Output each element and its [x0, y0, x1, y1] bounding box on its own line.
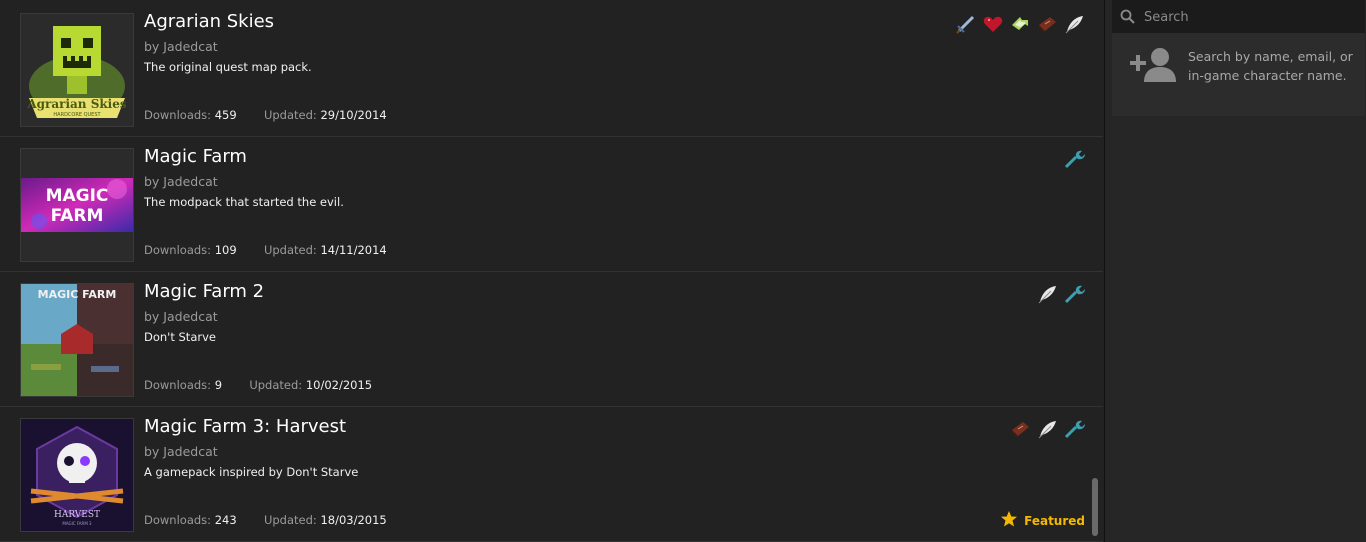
downloads-count: 109 [214, 243, 237, 257]
friends-panel: Search by name, email, or in-game charac… [1106, 0, 1366, 542]
downloads-count: 459 [214, 108, 237, 122]
feather-icon[interactable] [1036, 418, 1058, 440]
modpack-tags [1063, 148, 1085, 170]
add-friend-icon [1130, 48, 1176, 82]
recycle-icon[interactable] [1009, 13, 1031, 35]
thumb-title: MAGIC FARM [38, 288, 117, 301]
thumb-title: Agrarian Skies [26, 97, 127, 111]
modpack-author: by Jadedcat [144, 39, 218, 54]
modpack-name[interactable]: Magic Farm 2 [144, 281, 264, 302]
modpack-description: The original quest map pack. [144, 60, 312, 74]
modpack-author: by Jadedcat [144, 444, 218, 459]
updated-date: 18/03/2015 [320, 513, 387, 527]
downloads-label: Downloads: [144, 108, 212, 122]
modpack-stats: Downloads: 459 Updated: 29/10/2014 [144, 108, 387, 122]
modpack-stats: Downloads: 9 Updated: 10/02/2015 [144, 378, 372, 392]
search-icon [1120, 9, 1135, 24]
modpack-item[interactable]: Agrarian Skies HARDCORE QUEST Agrarian S… [0, 2, 1103, 137]
updated-label: Updated: [263, 108, 317, 122]
feather-icon[interactable] [1063, 13, 1085, 35]
modpack-stats: Downloads: 109 Updated: 14/11/2014 [144, 243, 387, 257]
modpack-description: The modpack that started the evil. [144, 195, 344, 209]
modpack-author: by Jadedcat [144, 309, 218, 324]
modpack-list: Agrarian Skies HARDCORE QUEST Agrarian S… [0, 0, 1105, 542]
modpack-stats: Downloads: 243 Updated: 18/03/2015 [144, 513, 387, 527]
thumb-subtitle: MAGIC FARM 3 [62, 521, 92, 526]
search-box[interactable] [1112, 0, 1365, 33]
updated-date: 29/10/2014 [320, 108, 387, 122]
modpack-tags [1036, 283, 1085, 305]
app-window: Agrarian Skies HARDCORE QUEST Agrarian S… [0, 0, 1366, 542]
updated-date: 14/11/2014 [320, 243, 387, 257]
friend-search-hint: Search by name, email, or in-game charac… [1188, 49, 1353, 83]
book-icon[interactable] [1036, 13, 1058, 35]
modpack-description: A gamepack inspired by Don't Starve [144, 465, 359, 479]
sword-icon[interactable] [955, 13, 977, 35]
heart-icon[interactable] [982, 13, 1004, 35]
updated-label: Updated: [263, 513, 317, 527]
modpack-thumbnail: HARVEST MAGIC FARM 3 [20, 418, 134, 532]
featured-label: Featured [1024, 513, 1085, 528]
modpack-name[interactable]: Magic Farm 3: Harvest [144, 416, 346, 437]
featured-badge: Featured [1000, 510, 1085, 531]
downloads-label: Downloads: [144, 243, 212, 257]
downloads-count: 243 [214, 513, 237, 527]
book-icon[interactable] [1009, 418, 1031, 440]
star-icon [1000, 510, 1018, 531]
thumb-title-1: MAGIC [46, 186, 109, 206]
wrench-icon[interactable] [1063, 283, 1085, 305]
add-friend-hint: Search by name, email, or in-game charac… [1112, 33, 1365, 116]
thumb-title: HARVEST [54, 510, 100, 520]
modpack-thumbnail: MAGIC FARM [20, 283, 134, 397]
wrench-icon[interactable] [1063, 148, 1085, 170]
modpack-name[interactable]: Magic Farm [144, 146, 247, 167]
updated-label: Updated: [263, 243, 317, 257]
updated-date: 10/02/2015 [305, 378, 373, 392]
modpack-description: Don't Starve [144, 330, 216, 344]
modpack-item[interactable]: MAGIC FARM Magic Farm by Jadedcat The mo… [0, 137, 1103, 272]
modpack-tags [1009, 418, 1085, 440]
modpack-item[interactable]: MAGIC FARM Magic Farm 2 by Jadedcat Don'… [0, 272, 1103, 407]
modpack-thumbnail: MAGIC FARM [20, 148, 134, 262]
downloads-label: Downloads: [144, 513, 212, 527]
downloads-label: Downloads: [144, 378, 212, 392]
modpack-name[interactable]: Agrarian Skies [144, 11, 274, 32]
search-input[interactable] [1142, 5, 1361, 29]
updated-label: Updated: [249, 378, 303, 392]
modpack-thumbnail: Agrarian Skies HARDCORE QUEST [20, 13, 134, 127]
modpack-item[interactable]: HARVEST MAGIC FARM 3 Magic Farm 3: Harve… [0, 407, 1103, 542]
thumb-title-2: FARM [51, 206, 104, 226]
list-scrollbar[interactable] [1092, 478, 1098, 536]
feather-icon[interactable] [1036, 283, 1058, 305]
wrench-icon[interactable] [1063, 418, 1085, 440]
downloads-count: 9 [214, 378, 223, 392]
thumb-subtitle: HARDCORE QUEST [53, 112, 101, 118]
modpack-tags [955, 13, 1085, 35]
modpack-author: by Jadedcat [144, 174, 218, 189]
